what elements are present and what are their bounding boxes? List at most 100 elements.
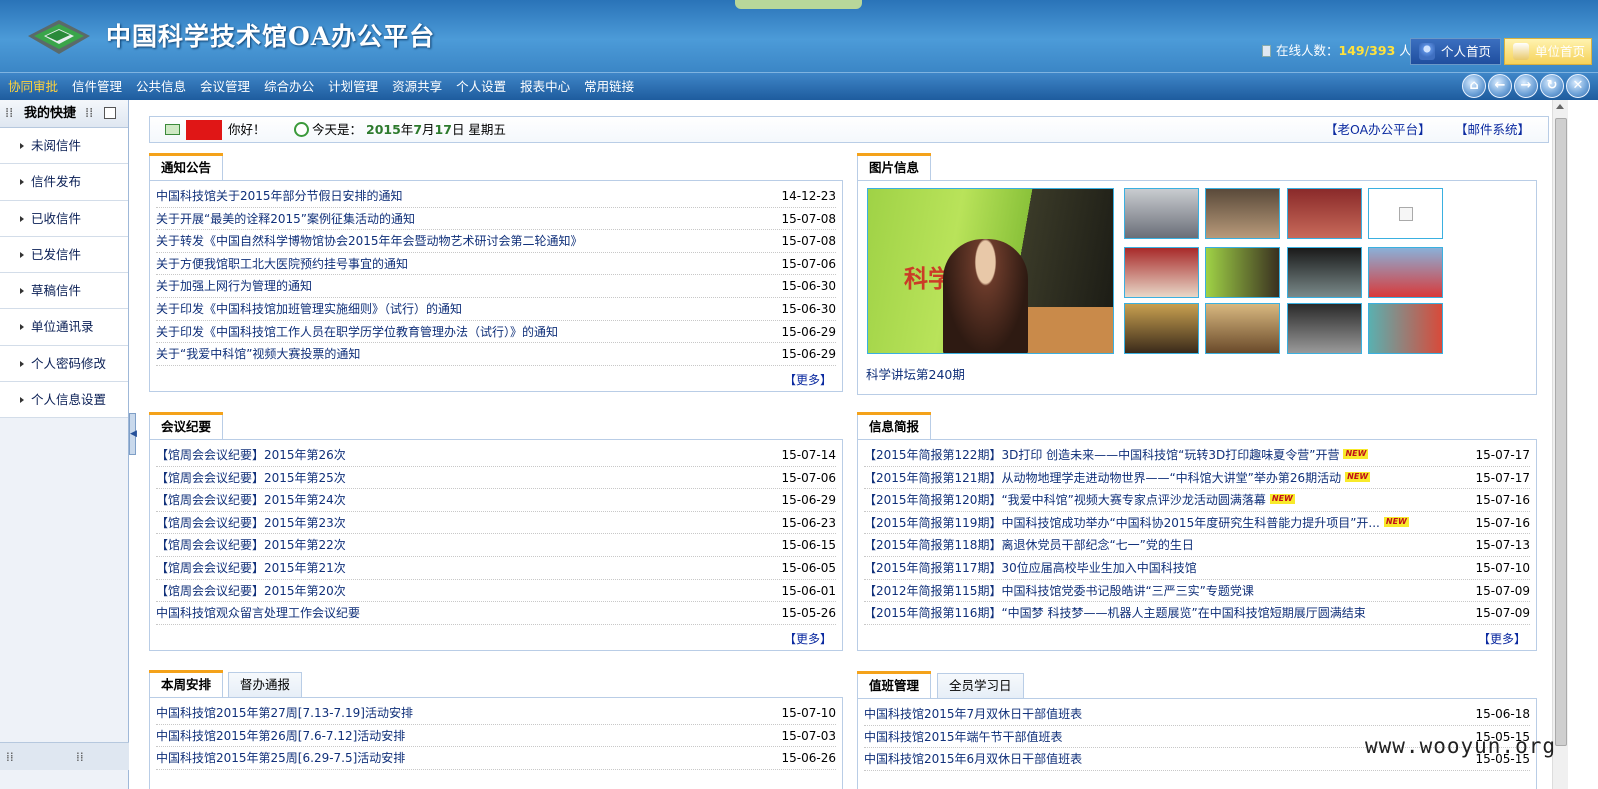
sidebar-item[interactable]: 信件发布 (0, 164, 128, 201)
list-item-title[interactable]: 【2012年简报第115期】中国科技馆党委书记殷皓讲“三严三实”专题党课 (864, 584, 1254, 598)
old-oa-link[interactable]: 【老OA办公平台】 (1325, 117, 1431, 142)
list-item-title[interactable]: 【馆周会会议纪要】2015年第21次 (156, 561, 346, 575)
list-item-title[interactable]: 关于印发《中国科技馆加班管理实施细则》（试行）的通知 (156, 302, 462, 316)
scroll-up-icon[interactable] (1556, 104, 1564, 109)
tab-duty[interactable]: 值班管理 (857, 671, 932, 699)
tab-notice[interactable]: 通知公告 (149, 153, 224, 181)
photo-thumbnail[interactable] (1368, 247, 1443, 298)
list-item[interactable]: 关于加强上网行为管理的通知 15-06-30 (156, 275, 836, 298)
top-handle[interactable] (735, 0, 862, 9)
photo-thumbnail[interactable] (1124, 303, 1199, 354)
list-item[interactable]: 【馆周会会议纪要】2015年第25次 15-07-06 (156, 467, 836, 490)
list-item-title[interactable]: 关于加强上网行为管理的通知 (156, 279, 312, 293)
personal-home-button[interactable]: 个人首页 (1410, 38, 1501, 65)
list-item[interactable]: 【2015年简报第121期】从动物地理学走进动物世界——“中科馆大讲堂”举办第2… (864, 467, 1530, 490)
list-item[interactable]: 中国科技馆关于2015年部分节假日安排的通知 14-12-23 (156, 185, 836, 208)
list-item[interactable]: 【馆周会会议纪要】2015年第23次 15-06-23 (156, 512, 836, 535)
list-item-title[interactable]: 关于“我爱中科馆”视频大赛投票的通知 (156, 347, 360, 361)
list-item-title[interactable]: 【2015年简报第121期】从动物地理学走进动物世界——“中科馆大讲堂”举办第2… (864, 471, 1341, 485)
grip-icon[interactable]: ⁞⁞ (85, 100, 93, 128)
tab-study-day[interactable]: 全员学习日 (937, 673, 1024, 698)
photo-thumbnail[interactable] (1368, 303, 1443, 354)
menu-item[interactable]: 会议管理 (200, 73, 250, 100)
sidebar-item[interactable]: 个人信息设置 (0, 382, 128, 419)
brief-more-link[interactable]: 【更多】 (1478, 630, 1526, 647)
list-item[interactable]: 关于转发《中国自然科学博物馆协会2015年年会暨动物艺术研讨会第二轮通知》 15-… (156, 230, 836, 253)
sidebar-item[interactable]: 个人密码修改 (0, 345, 128, 383)
list-item-title[interactable]: 关于方便我馆职工北大医院预约挂号事宜的通知 (156, 257, 408, 271)
list-item[interactable]: 【2015年简报第119期】中国科技馆成功举办“中国科协2015年度研究生科普能… (864, 512, 1530, 535)
list-item[interactable]: 中国科技馆2015年第26周[7.6-7.12]活动安排 15-07-03 (156, 725, 836, 748)
tab-schedule[interactable]: 本周安排 (149, 670, 224, 698)
menu-item[interactable]: 个人设置 (456, 73, 506, 100)
list-item-title[interactable]: 【馆周会会议纪要】2015年第26次 (156, 448, 346, 462)
tab-meeting[interactable]: 会议纪要 (149, 412, 224, 440)
list-item-title[interactable]: 【馆周会会议纪要】2015年第20次 (156, 584, 346, 598)
list-item[interactable]: 【2015年简报第116期】“中国梦 科技梦——机器人主题展览”在中国科技馆短期… (864, 602, 1530, 625)
menu-item[interactable]: 报表中心 (520, 73, 570, 100)
list-item-title[interactable]: 中国科技馆观众留言处理工作会议纪要 (156, 606, 360, 620)
photo-thumbnail[interactable] (1124, 188, 1199, 239)
list-item[interactable]: 【馆周会会议纪要】2015年第26次 15-07-14 (156, 444, 836, 467)
sidebar-item[interactable]: 已收信件 (0, 200, 128, 237)
menu-item[interactable]: 综合办公 (264, 73, 314, 100)
list-item-title[interactable]: 中国科技馆2015年第27周[7.13-7.19]活动安排 (156, 706, 413, 720)
menu-item[interactable]: 信件管理 (72, 73, 122, 100)
photo-caption[interactable]: 科学讲坛第240期 (866, 364, 965, 383)
list-item-title[interactable]: 【馆周会会议纪要】2015年第24次 (156, 493, 346, 507)
list-item[interactable]: 【馆周会会议纪要】2015年第21次 15-06-05 (156, 557, 836, 580)
list-item-title[interactable]: 【2015年简报第119期】中国科技馆成功举办“中国科协2015年度研究生科普能… (864, 516, 1380, 530)
list-item[interactable]: 中国科技馆2015年第27周[7.13-7.19]活动安排 15-07-10 (156, 702, 836, 725)
list-item-title[interactable]: 【2015年简报第120期】“我爱中科馆”视频大赛专家点评沙龙活动圆满落幕 (864, 493, 1266, 507)
list-item-title[interactable]: 【2015年简报第117期】30位应届高校毕业生加入中国科技馆 (864, 561, 1197, 575)
photo-thumbnail[interactable] (1205, 188, 1280, 239)
photo-thumbnail[interactable] (1368, 188, 1443, 239)
list-item[interactable]: 【馆周会会议纪要】2015年第20次 15-06-01 (156, 580, 836, 603)
forward-icon[interactable]: → (1514, 74, 1538, 98)
list-item-title[interactable]: 中国科技馆2015年6月双休日干部值班表 (864, 752, 1082, 766)
photo-thumbnail[interactable] (1124, 247, 1199, 298)
list-item-title[interactable]: 【馆周会会议纪要】2015年第25次 (156, 471, 346, 485)
list-item[interactable]: 【2015年简报第117期】30位应届高校毕业生加入中国科技馆 15-07-10 (864, 557, 1530, 580)
list-item[interactable]: 关于“我爱中科馆”视频大赛投票的通知 15-06-29 (156, 343, 836, 366)
scroll-thumb[interactable] (1555, 118, 1567, 746)
list-item-title[interactable]: 【2015年简报第118期】离退休党员干部纪念“七一”党的生日 (864, 538, 1194, 552)
tab-supervision[interactable]: 督办通报 (228, 672, 303, 697)
sidebar-item[interactable]: 单位通讯录 (0, 309, 128, 346)
list-item[interactable]: 关于开展“最美的诠释2015”案例征集活动的通知 15-07-08 (156, 208, 836, 231)
list-item-title[interactable]: 【2015年简报第122期】3D打印 创造未来——中国科技馆“玩转3D打印趣味夏… (864, 448, 1339, 462)
list-item-title[interactable]: 中国科技馆2015年第25周[6.29-7.5]活动安排 (156, 751, 405, 765)
sidebar-item[interactable]: 草稿信件 (0, 273, 128, 310)
home-icon[interactable]: ⌂ (1462, 74, 1486, 98)
scrollbar[interactable] (1552, 100, 1568, 789)
list-item[interactable]: 【2012年简报第115期】中国科技馆党委书记殷皓讲“三严三实”专题党课 15-0… (864, 580, 1530, 603)
list-item-title[interactable]: 关于开展“最美的诠释2015”案例征集活动的通知 (156, 212, 415, 226)
sidebar-item[interactable]: 已发信件 (0, 236, 128, 274)
list-item[interactable]: 中国科技馆2015年第25周[6.29-7.5]活动安排 15-06-26 (156, 747, 836, 770)
photo-thumbnail[interactable] (1205, 247, 1280, 298)
list-item[interactable]: 关于印发《中国科技馆加班管理实施细则》（试行）的通知 15-06-30 (156, 298, 836, 321)
list-item-title[interactable]: 中国科技馆2015年7月双休日干部值班表 (864, 707, 1082, 721)
menu-item[interactable]: 资源共享 (392, 73, 442, 100)
menu-item[interactable]: 常用链接 (584, 73, 634, 100)
featured-photo[interactable]: 科学讲 (867, 188, 1114, 354)
list-item[interactable]: 关于印发《中国科技馆工作人员在职学历学位教育管理办法（试行）》的通知 15-06-… (156, 321, 836, 344)
grip-icon[interactable]: ⁞⁞ (76, 743, 84, 771)
meeting-more-link[interactable]: 【更多】 (784, 630, 832, 647)
photo-thumbnail[interactable] (1287, 303, 1362, 354)
photo-thumbnail[interactable] (1205, 303, 1280, 354)
back-icon[interactable]: ← (1488, 74, 1512, 98)
photo-thumbnail[interactable] (1287, 247, 1362, 298)
list-item-title[interactable]: 【2015年简报第116期】“中国梦 科技梦——机器人主题展览”在中国科技馆短期… (864, 606, 1366, 620)
list-item-title[interactable]: 中国科技馆关于2015年部分节假日安排的通知 (156, 189, 403, 203)
refresh-icon[interactable]: ↻ (1540, 74, 1564, 98)
list-item[interactable]: 关于方便我馆职工北大医院预约挂号事宜的通知 15-07-06 (156, 253, 836, 276)
menu-item[interactable]: 协同审批 (8, 73, 58, 100)
tab-brief[interactable]: 信息简报 (857, 412, 932, 440)
collapse-sidebar-button[interactable]: ◀ (129, 413, 137, 455)
sidebar-item[interactable]: 未阅信件 (0, 128, 128, 165)
mail-system-link[interactable]: 【邮件系统】 (1455, 117, 1530, 142)
list-item[interactable]: 中国科技馆观众留言处理工作会议纪要 15-05-26 (156, 602, 836, 625)
tab-photos[interactable]: 图片信息 (857, 153, 932, 181)
close-icon[interactable]: ✕ (1566, 74, 1590, 98)
